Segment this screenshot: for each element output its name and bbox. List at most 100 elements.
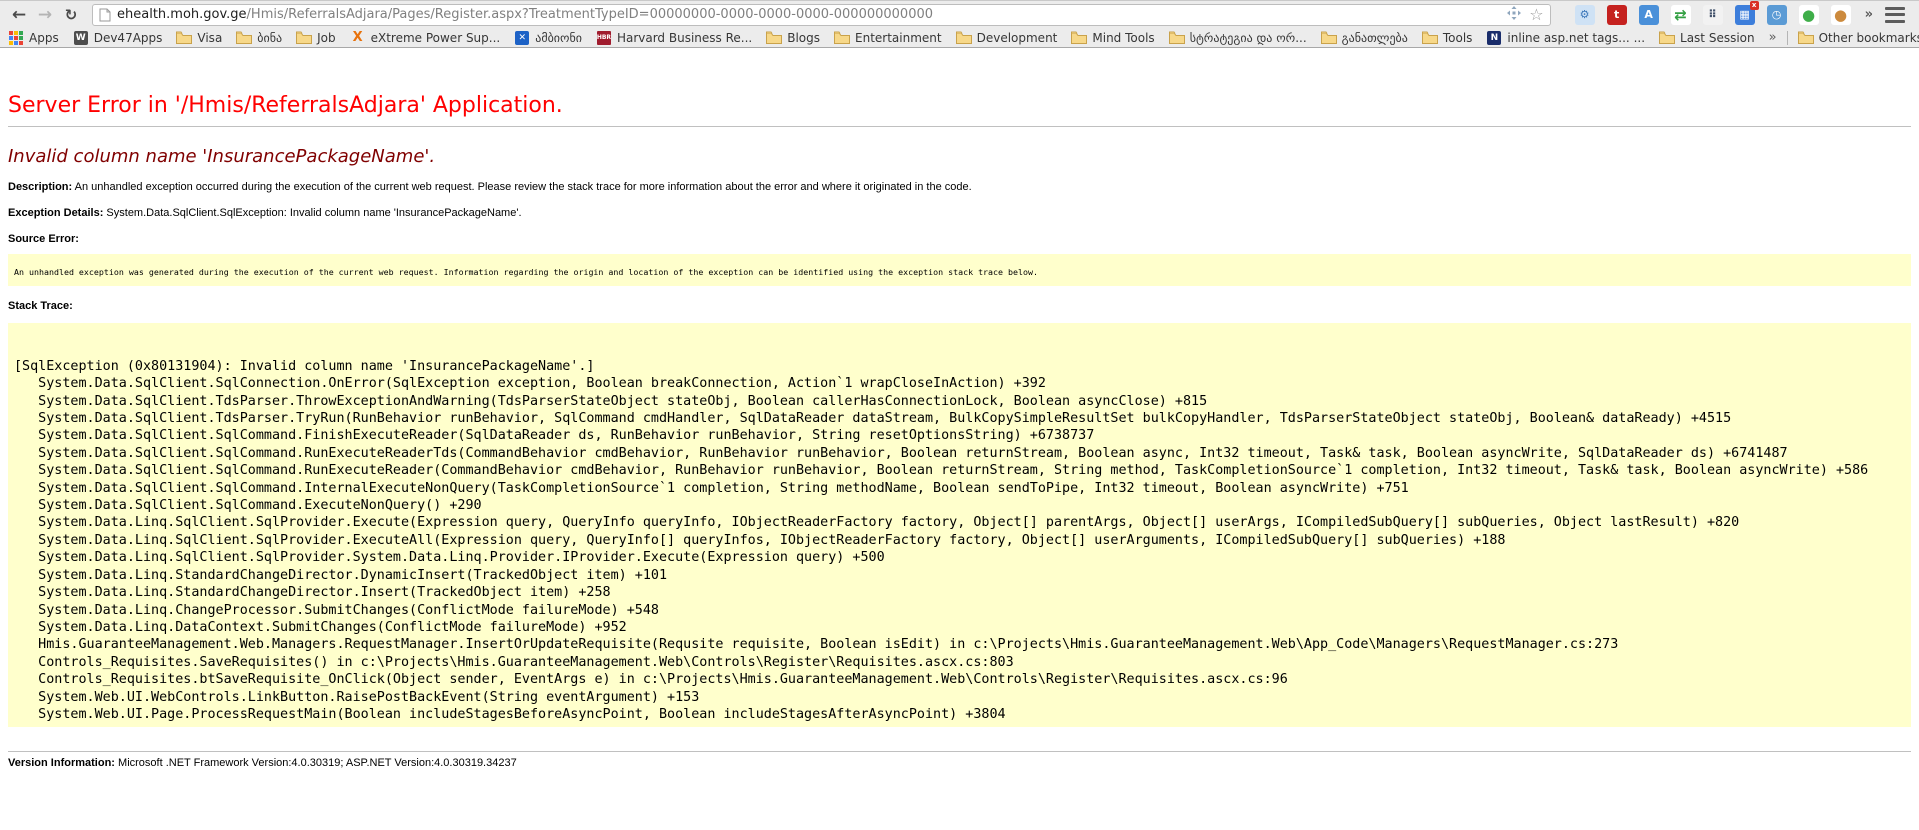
folder-icon [1798,31,1814,45]
bookmark-item[interactable]: HBR Harvard Business Re... [596,31,752,45]
bookmark-item[interactable]: განათლება [1321,31,1408,45]
bookmark-item[interactable]: Last Session [1659,31,1755,45]
bookmark-label: inline asp.net tags... ... [1507,31,1645,45]
stack-trace-line: Stack Trace: [8,299,1911,313]
folder-icon [236,31,252,45]
exception-details-text: System.Data.SqlClient.SqlException: Inva… [106,207,521,219]
bookmark-label: Dev47Apps [94,31,163,45]
folder-icon [834,31,850,45]
version-text: Microsoft .NET Framework Version:4.0.303… [118,757,517,769]
stack-trace-pre: [SqlException (0x80131904): Invalid colu… [14,323,1911,723]
other-bookmarks-button[interactable]: Other bookmarks [1798,31,1919,45]
bookmark-item[interactable]: ბინა [236,31,282,45]
bookmark-label: Visa [197,31,222,45]
page-favicon-icon [99,8,111,22]
bookmark-label: Job [317,31,336,45]
bookmark-item[interactable]: Apps [8,31,59,45]
bookmarks-overflow-chevron[interactable]: » [1769,30,1777,45]
browser-chrome: ← → ↻ ehealth.moh.gov.ge/Hmis/ReferralsA… [0,0,1919,48]
url-text[interactable]: ehealth.moh.gov.ge/Hmis/ReferralsAdjara/… [117,7,1499,22]
bookmark-item[interactable]: Ninline asp.net tags... ... [1486,31,1645,45]
bookmark-item[interactable]: Job [296,31,336,45]
reload-button[interactable]: ↻ [60,4,82,26]
exception-details-label: Exception Details: [8,207,103,219]
x-blue-icon: ✕ [514,31,530,45]
bookmark-star-icon[interactable]: ☆ [1529,7,1543,23]
bookmark-item[interactable]: ✕ ამბიონი [514,31,582,45]
bookmark-item[interactable]: სტრატეგია და ორ... [1169,31,1307,45]
source-error-line: Source Error: [8,232,1911,246]
bookmarks-bar: Apps W Dev47Apps Visa ბინა Job XeXtreme Power … [0,28,1919,47]
exception-details-line: Exception Details: System.Data.SqlClient… [8,206,1911,220]
error-page: Server Error in '/Hmis/ReferralsAdjara' … [0,48,1919,830]
folder-icon [1659,31,1675,45]
bookmark-item[interactable]: Mind Tools [1071,31,1154,45]
folder-icon [956,31,972,45]
url-domain: ehealth.moh.gov.ge [117,7,247,22]
bookmark-label: განათლება [1342,31,1408,45]
back-button[interactable]: ← [8,4,30,26]
description-label: Description: [8,181,72,193]
description-text: An unhandled exception occurred during t… [75,181,972,193]
source-error-label: Source Error: [8,233,79,245]
map-pin-icon[interactable]: ● [1799,5,1819,25]
forward-button[interactable]: → [34,4,56,26]
bookmark-label: Development [977,31,1058,45]
bookmark-label: eXtreme Power Sup... [371,31,501,45]
stack-trace-box: [SqlException (0x80131904): Invalid colu… [8,323,1911,727]
url-path: /Hmis/ReferralsAdjara/Pages/Register.asp… [247,7,933,22]
bookmark-label: სტრატეგია და ორ... [1190,31,1307,45]
title-rule [8,126,1911,127]
bookmark-label: Apps [29,31,59,45]
version-label: Version Information: [8,757,115,769]
window-settings-icon[interactable]: ⚙ [1575,5,1595,25]
bookmark-item[interactable]: W Dev47Apps [73,31,163,45]
bookmark-label: ამბიონი [535,31,582,45]
folder-icon [1422,31,1438,45]
dots-grid-icon[interactable]: ⠿ [1703,5,1723,25]
bottom-rule [8,751,1911,752]
bookmark-item[interactable]: Development [956,31,1058,45]
translate-icon[interactable]: A [1639,5,1659,25]
folder-icon [176,31,192,45]
bookmark-label: Blogs [787,31,820,45]
source-error-text: An unhandled exception was generated dur… [14,267,1038,277]
folder-icon [1169,31,1185,45]
bookmark-item[interactable]: XeXtreme Power Sup... [350,31,501,45]
other-bookmarks-label: Other bookmarks [1819,31,1919,45]
folder-icon [766,31,782,45]
hbr-icon: HBR [596,31,612,45]
bookmarks-separator [1787,31,1788,45]
calendar-icon[interactable]: ▦x [1735,5,1755,25]
stack-trace-label: Stack Trace: [8,300,73,312]
url-bar[interactable]: ehealth.moh.gov.ge/Hmis/ReferralsAdjara/… [92,4,1551,26]
bookmark-item[interactable]: Visa [176,31,222,45]
chrome-menu-icon[interactable] [1885,7,1905,23]
bookmark-item[interactable]: Entertainment [834,31,942,45]
version-line: Version Information: Microsoft .NET Fram… [8,756,1911,770]
toolbar-overflow-chevron[interactable]: » [1865,7,1873,22]
extensions-row: ⚙ tA ⇄ ⠿ ▦x ◷ ● ● [1569,5,1857,25]
folder-icon [1321,31,1337,45]
bookmark-label: Last Session [1680,31,1755,45]
bookmark-label: Mind Tools [1092,31,1154,45]
t-red-icon[interactable]: t [1607,5,1627,25]
window-clock-icon[interactable]: ◷ [1767,5,1787,25]
extension-badge: x [1750,1,1759,10]
resize-arrows-icon[interactable]: ⇄ [1671,5,1691,25]
bookmark-item[interactable]: Tools [1422,31,1473,45]
bookmark-item[interactable]: Blogs [766,31,820,45]
apps-grid-icon [8,31,24,45]
x-orange-icon: X [350,31,366,45]
error-title: Server Error in '/Hmis/ReferralsAdjara' … [8,92,1911,120]
error-subtitle: Invalid column name 'InsurancePackageNam… [8,146,1911,168]
bookmark-label: Entertainment [855,31,942,45]
source-error-box: An unhandled exception was generated dur… [8,254,1911,286]
n-navy-icon: N [1486,31,1502,45]
cookie-icon[interactable]: ● [1831,5,1851,25]
folder-icon [1071,31,1087,45]
move-arrows-icon[interactable] [1507,6,1521,23]
bookmark-label: ბინა [257,31,282,45]
bookmark-label: Harvard Business Re... [617,31,752,45]
dev47apps-icon: W [73,31,89,45]
